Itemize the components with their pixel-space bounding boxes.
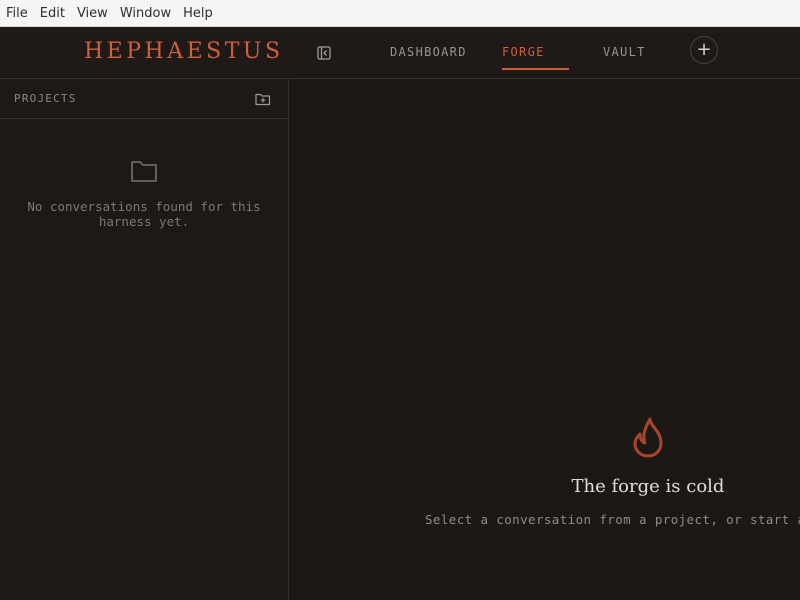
empty-state-subtitle: Select a conversation from a project, or…: [425, 512, 800, 527]
sidebar-collapse-icon: [317, 46, 331, 60]
menu-file[interactable]: File: [0, 6, 34, 21]
menu-view[interactable]: View: [71, 6, 114, 21]
projects-sidebar: PROJECTS No conversations found for this…: [0, 79, 289, 600]
sidebar-header: PROJECTS: [0, 79, 288, 119]
add-button[interactable]: +: [690, 36, 718, 64]
empty-state-title: The forge is cold: [571, 476, 725, 497]
sidebar-collapse-button[interactable]: [314, 43, 334, 63]
new-project-button[interactable]: [254, 90, 272, 108]
flame-icon: [633, 417, 663, 458]
menu-bar: File Edit View Window Help: [0, 0, 800, 27]
empty-conversations-message: No conversations found for this harness …: [27, 199, 261, 229]
tab-vault[interactable]: VAULT: [603, 45, 646, 59]
menu-help[interactable]: Help: [177, 6, 219, 21]
tab-dashboard[interactable]: DASHBOARD: [390, 45, 467, 59]
main-panel: The forge is cold Select a conversation …: [289, 79, 800, 600]
projects-title: PROJECTS: [14, 92, 77, 105]
menu-window[interactable]: Window: [114, 6, 177, 21]
plus-icon: +: [696, 39, 712, 60]
menu-edit[interactable]: Edit: [34, 6, 71, 21]
tab-forge[interactable]: FORGE: [502, 45, 545, 59]
top-nav-bar: HEPHAESTUS DASHBOARD FORGE VAULT +: [0, 27, 800, 79]
active-tab-indicator: [502, 68, 569, 70]
brand-logo: HEPHAESTUS: [84, 39, 284, 64]
folder-icon: [131, 161, 157, 182]
folder-plus-icon: [255, 93, 271, 106]
